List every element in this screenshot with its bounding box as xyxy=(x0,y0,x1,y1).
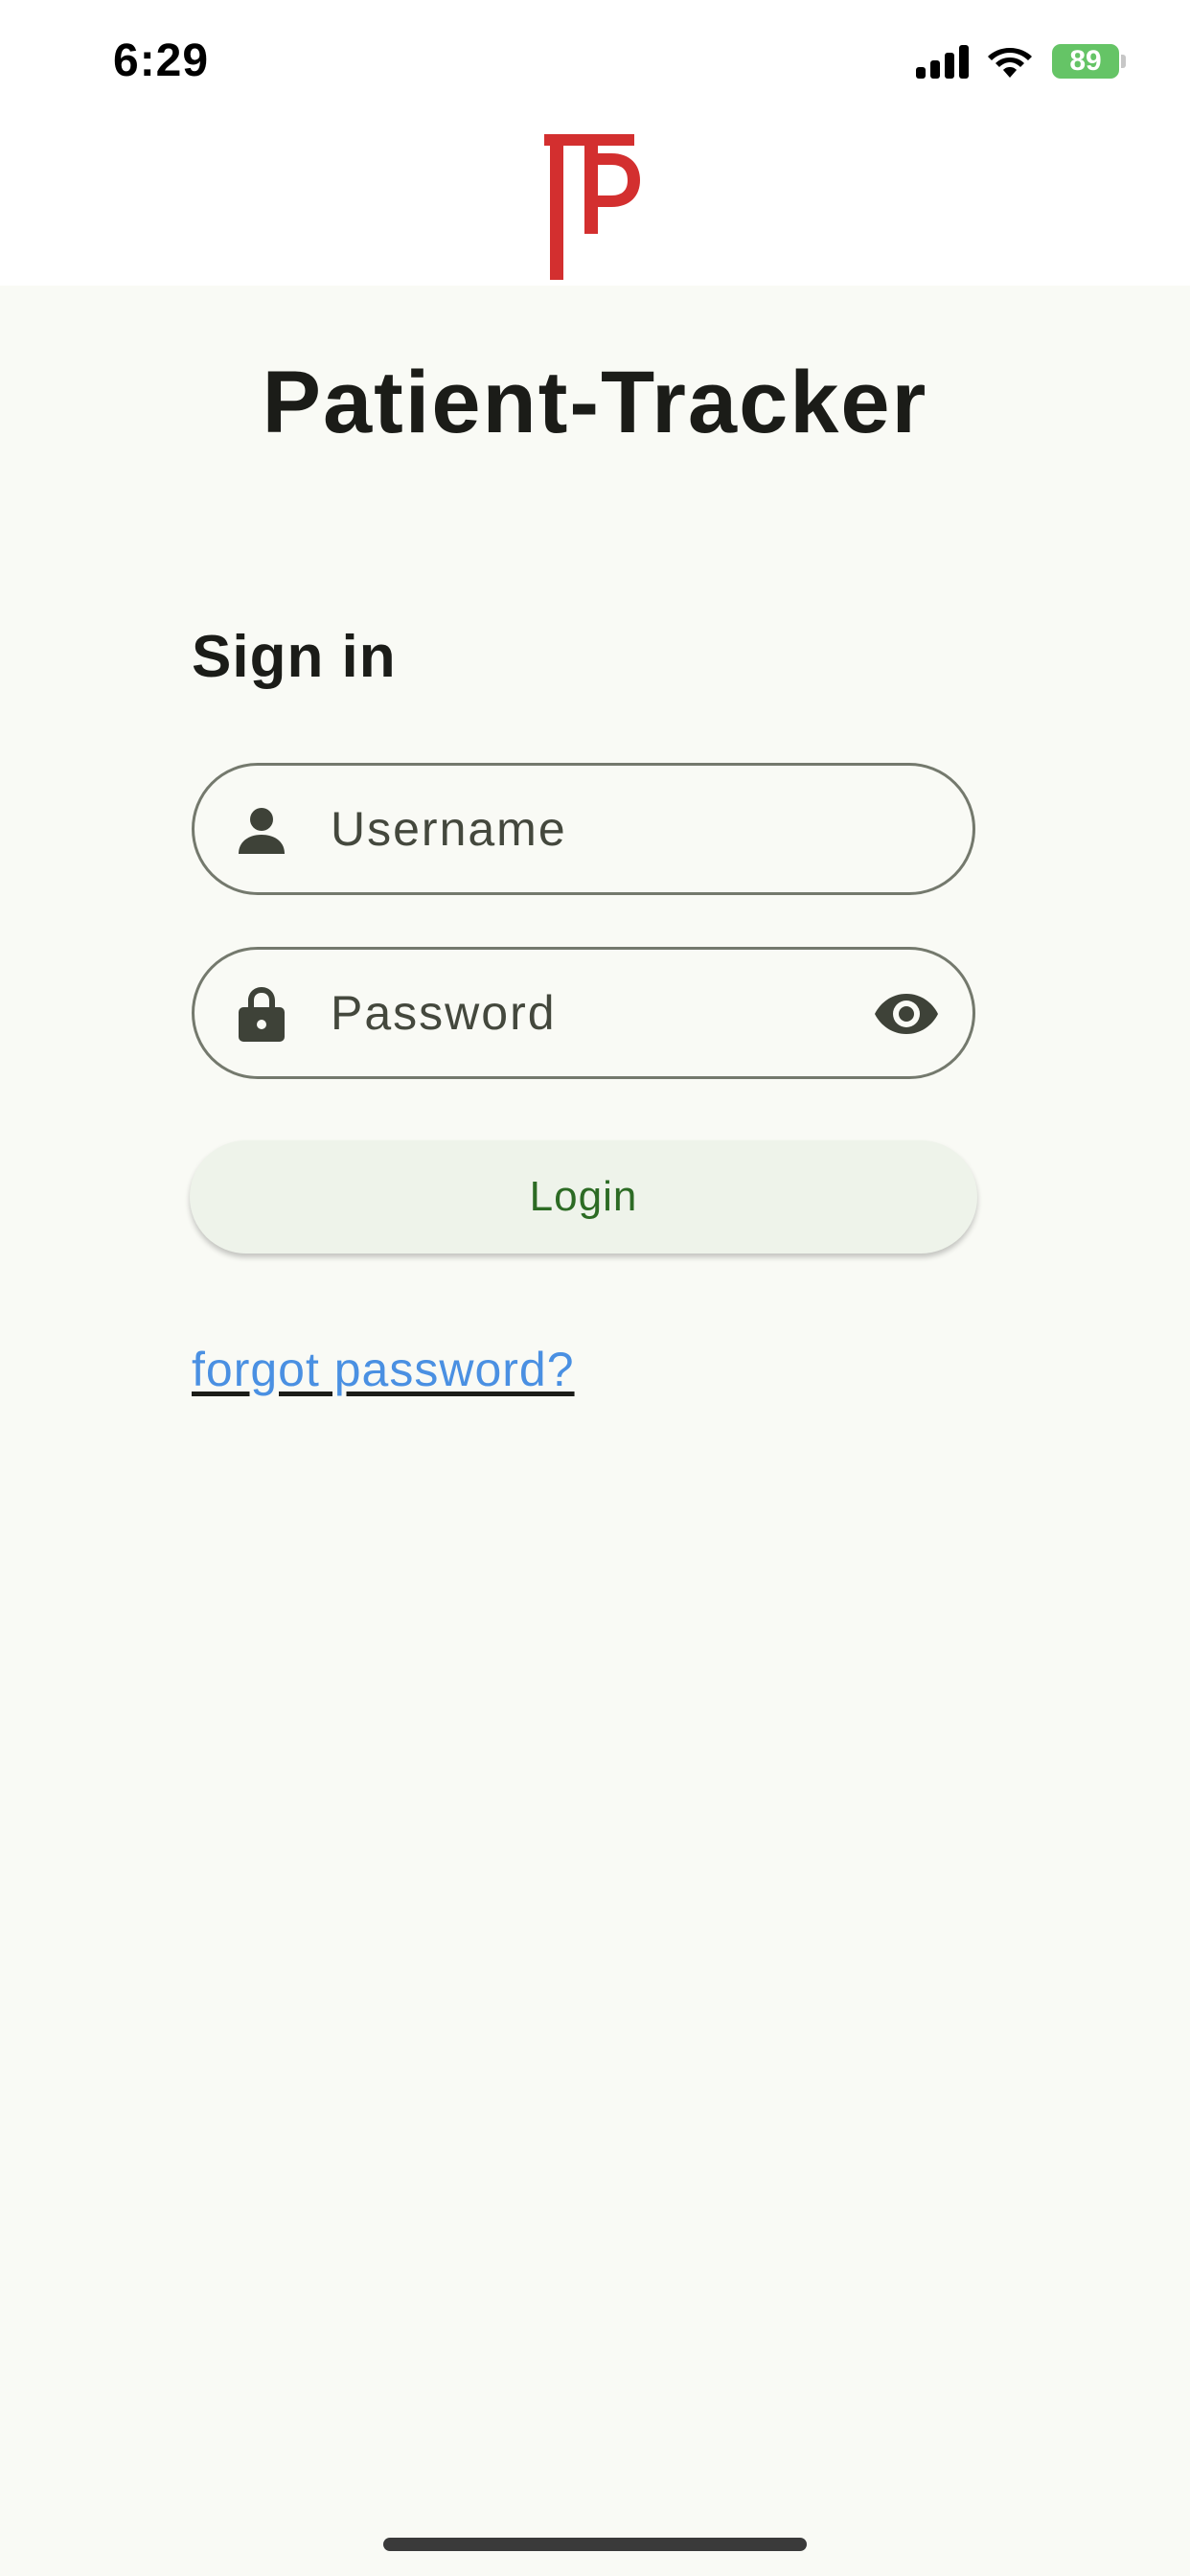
lock-icon xyxy=(239,987,285,1042)
status-time: 6:29 xyxy=(113,35,210,86)
app-title: Patient-Tracker xyxy=(262,354,928,451)
username-placeholder: Username xyxy=(331,802,567,856)
login-button[interactable]: Login xyxy=(190,1140,977,1254)
wifi-icon xyxy=(988,48,1032,78)
top-bar: 6:29 89 xyxy=(0,0,1190,286)
battery-charging-icon: 89 xyxy=(1052,42,1127,80)
password-placeholder: Password xyxy=(331,986,557,1040)
forgot-password-link[interactable]: forgot password? xyxy=(192,1342,575,1397)
username-field[interactable]: Username xyxy=(192,763,975,895)
cellular-signal-icon xyxy=(916,45,969,79)
eye-icon[interactable] xyxy=(873,984,940,1044)
password-field[interactable]: Password xyxy=(192,947,975,1079)
sign-in-heading: Sign in xyxy=(192,624,397,690)
home-indicator[interactable] xyxy=(383,2538,807,2551)
battery-percent: 89 xyxy=(1069,45,1102,77)
tp-monogram-logo xyxy=(544,134,640,280)
person-icon xyxy=(239,808,285,854)
